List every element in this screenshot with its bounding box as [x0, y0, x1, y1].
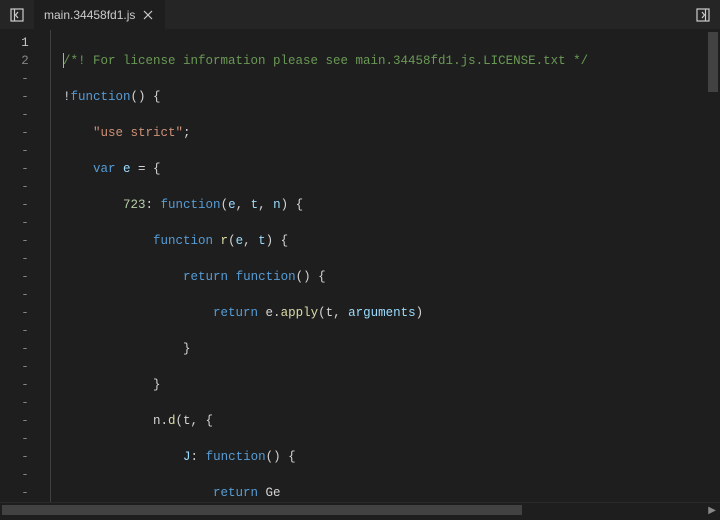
- line-number: -: [0, 124, 50, 142]
- line-number: -: [0, 376, 50, 394]
- line-number: -: [0, 322, 50, 340]
- horizontal-scrollbar-thumb[interactable]: [2, 505, 522, 515]
- line-number: -: [0, 394, 50, 412]
- code-content[interactable]: /*! For license information please see m…: [50, 30, 720, 502]
- line-number: -: [0, 466, 50, 484]
- line-number: -: [0, 268, 50, 286]
- line-number: 2: [0, 52, 50, 70]
- line-number: -: [0, 250, 50, 268]
- line-number: -: [0, 484, 50, 502]
- tab-filename: main.34458fd1.js: [44, 8, 135, 22]
- line-number: -: [0, 196, 50, 214]
- line-number: -: [0, 178, 50, 196]
- line-number: -: [0, 340, 50, 358]
- line-number: -: [0, 412, 50, 430]
- panel-toggle-right-icon[interactable]: [692, 4, 714, 26]
- line-number: -: [0, 160, 50, 178]
- line-number: -: [0, 448, 50, 466]
- line-number: -: [0, 232, 50, 250]
- line-number: -: [0, 88, 50, 106]
- editor-tab[interactable]: main.34458fd1.js: [34, 0, 166, 30]
- line-number: 1: [0, 34, 50, 52]
- vertical-scrollbar-thumb[interactable]: [708, 32, 718, 92]
- line-number: -: [0, 106, 50, 124]
- editor-area[interactable]: 1 2 - - - - - - - - - - - - - - - - - - …: [0, 30, 720, 502]
- line-number: -: [0, 142, 50, 160]
- line-number: -: [0, 430, 50, 448]
- panel-toggle-left-icon[interactable]: [6, 4, 28, 26]
- line-number: -: [0, 358, 50, 376]
- line-number: -: [0, 286, 50, 304]
- line-number: -: [0, 304, 50, 322]
- scroll-right-arrow-icon[interactable]: ▶: [708, 505, 716, 517]
- horizontal-scrollbar[interactable]: ▶: [0, 502, 720, 517]
- close-icon[interactable]: [141, 8, 155, 22]
- vertical-scrollbar[interactable]: [706, 30, 720, 502]
- editor-titlebar: main.34458fd1.js: [0, 0, 720, 30]
- line-number: -: [0, 214, 50, 232]
- line-number-gutter: 1 2 - - - - - - - - - - - - - - - - - - …: [0, 30, 50, 502]
- line-number: -: [0, 70, 50, 88]
